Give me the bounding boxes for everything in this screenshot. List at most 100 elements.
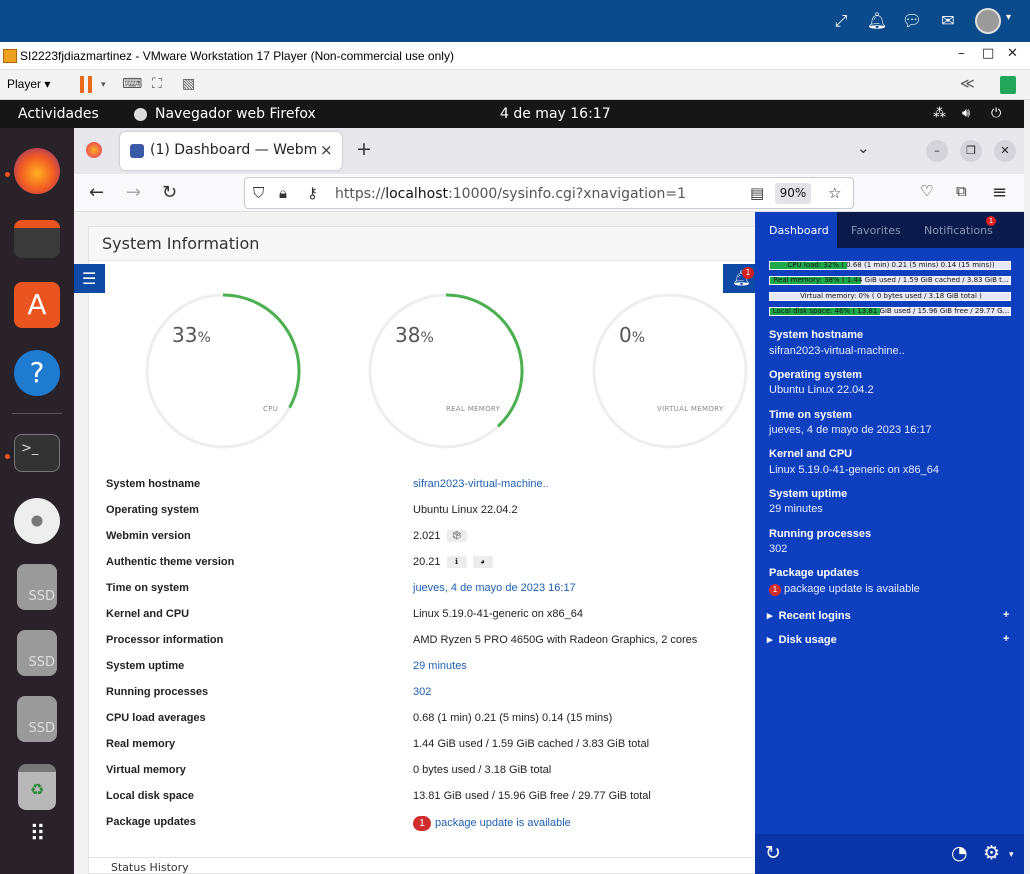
chevron-down-icon[interactable]: ▾: [101, 80, 106, 90]
row-value[interactable]: jueves, 4 de mayo de 2023 16:17: [413, 582, 576, 594]
dvd-icon[interactable]: [14, 498, 60, 544]
virtual-memory-percent: 0%: [619, 323, 645, 347]
avatar[interactable]: [975, 8, 1001, 34]
gear-icon[interactable]: ⚙: [983, 842, 1000, 864]
chevron-down-icon[interactable]: ⌄: [857, 139, 870, 157]
menu-toggle-button[interactable]: ☰: [74, 264, 105, 293]
bookmark-star-icon[interactable]: ☆: [828, 184, 841, 202]
pocket-icon[interactable]: ♡: [920, 182, 933, 200]
key-icon[interactable]: ⚷: [307, 184, 318, 202]
volume-icon[interactable]: 🔊︎: [962, 106, 970, 121]
plus-icon[interactable]: +: [1003, 633, 1009, 645]
close-button[interactable]: ✕: [1007, 46, 1018, 61]
new-tab-button[interactable]: +: [356, 138, 372, 160]
minimize-button[interactable]: –: [958, 46, 965, 61]
row-value[interactable]: package update is available: [435, 817, 571, 829]
row-key: Running processes: [106, 686, 209, 698]
app-grid-icon[interactable]: ⠿: [14, 812, 60, 858]
firefox-view-icon[interactable]: [86, 142, 102, 158]
chevron-down-icon[interactable]: ▾: [1006, 12, 1011, 23]
row-value: 2.021: [413, 530, 441, 542]
side-key: Operating system: [769, 369, 862, 381]
row-key: Time on system: [106, 582, 189, 594]
mail-icon[interactable]: ✉: [937, 10, 959, 32]
plus-icon[interactable]: +: [1003, 609, 1009, 621]
unity-icon[interactable]: ▧: [182, 76, 195, 92]
lock-icon[interactable]: 🔒︎: [279, 184, 287, 202]
tab-notifications[interactable]: Notifications: [924, 224, 993, 237]
row-value[interactable]: 302: [413, 686, 431, 698]
ssd-icon[interactable]: SSD: [17, 564, 57, 610]
notes-icon[interactable]: [1000, 76, 1016, 94]
url-bar[interactable]: ⛉ 🔒︎ ⚷ https://localhost:10000/sysinfo.c…: [244, 177, 854, 209]
network-icon[interactable]: ⁂: [933, 106, 946, 121]
app-name[interactable]: Navegador web Firefox: [155, 106, 316, 122]
terminal-icon[interactable]: >_: [14, 434, 60, 472]
forward-button[interactable]: →: [126, 182, 141, 203]
send-keys-icon[interactable]: ⌨: [122, 76, 142, 92]
side-value: Linux 5.19.0-41-generic on x86_64: [769, 464, 940, 476]
disk-space-bar: Local disk space: 46% ( 13.81 GiB used /…: [769, 307, 1011, 316]
bell-icon[interactable]: 🔔︎: [866, 10, 888, 32]
row-value[interactable]: 29 minutes: [413, 660, 467, 672]
url-host: localhost: [385, 186, 449, 202]
tab-dashboard[interactable]: Dashboard: [769, 224, 829, 237]
tab-dashboard[interactable]: (1) Dashboard — Webmin ×: [120, 132, 342, 170]
row-value-wrap[interactable]: 1 package update is available: [413, 816, 571, 831]
virtual-memory-percent-value: 0: [619, 323, 632, 347]
minimize-button[interactable]: –: [926, 140, 948, 162]
files-icon[interactable]: [14, 220, 60, 258]
row-key: Package updates: [106, 816, 196, 828]
side-value[interactable]: 1 package update is available: [769, 583, 920, 596]
ssd-icon[interactable]: SSD: [17, 696, 57, 742]
pause-button[interactable]: [80, 76, 92, 93]
page-scrollbar[interactable]: [1024, 100, 1030, 874]
info-icon[interactable]: ℹ: [446, 556, 467, 569]
table-row: Real memory 1.44 GiB used / 1.59 GiB cac…: [106, 732, 786, 758]
expand-icon[interactable]: ⤢: [830, 10, 852, 32]
recent-logins-expander[interactable]: ▸ Recent logins +: [767, 609, 1009, 622]
side-value-text: package update is available: [784, 583, 920, 595]
help-icon[interactable]: ?: [14, 350, 60, 396]
tab-favorites[interactable]: Favorites: [851, 224, 901, 237]
player-menu-label: Player: [7, 77, 42, 91]
trash-icon[interactable]: ♻: [18, 764, 56, 810]
restore-button[interactable]: ❐: [960, 140, 982, 162]
chat-icon[interactable]: 💬︎: [901, 10, 923, 32]
zoom-level[interactable]: 90%: [775, 183, 811, 204]
dashboard-gauge-icon[interactable]: ◔: [951, 842, 968, 864]
shield-icon[interactable]: ⛉: [253, 184, 264, 202]
power-icon[interactable]: ⏻: [991, 106, 1001, 121]
back-button[interactable]: ←: [89, 182, 104, 203]
menu-icon[interactable]: ≡: [992, 182, 1007, 203]
package-icon[interactable]: 📦︎: [446, 530, 467, 543]
ubuntu-top-bar: Actividades Navegador web Firefox 4 de m…: [0, 100, 1024, 128]
refresh-icon[interactable]: ↻: [765, 842, 781, 864]
activities-button[interactable]: Actividades: [18, 106, 99, 122]
url-text[interactable]: https://localhost:10000/sysinfo.cgi?xnav…: [335, 186, 686, 202]
row-value[interactable]: sifran2023-virtual-machine..: [413, 478, 549, 490]
clock[interactable]: 4 de may 16:17: [500, 106, 611, 122]
maximize-button[interactable]: □: [982, 46, 994, 61]
collapse-icon[interactable]: ≪: [960, 76, 975, 92]
app-center-icon[interactable]: A: [14, 282, 60, 328]
extensions-icon[interactable]: ⧉: [956, 182, 967, 200]
sidebar-tabs: Dashboard Favorites Notifications 1: [755, 212, 1024, 248]
next-panel-title: Status History: [111, 861, 189, 874]
row-value: 0 bytes used / 3.18 GiB total: [413, 764, 552, 776]
ssd-icon[interactable]: SSD: [17, 630, 57, 676]
table-row: Webmin version 2.021 📦︎: [106, 524, 786, 550]
firefox-icon[interactable]: [14, 148, 60, 194]
player-menu[interactable]: Player ▾: [7, 77, 50, 91]
notifications-button[interactable]: 🔔︎ 1: [723, 264, 755, 293]
fullscreen-icon[interactable]: ⛶: [152, 76, 162, 92]
close-window-button[interactable]: ✕: [994, 140, 1016, 162]
row-key: System uptime: [106, 660, 185, 672]
close-tab-icon[interactable]: ×: [320, 141, 333, 159]
row-key: System hostname: [106, 478, 201, 490]
reader-view-icon[interactable]: ▤: [750, 184, 764, 202]
chevron-down-icon[interactable]: ▾: [1009, 850, 1014, 860]
disk-usage-expander[interactable]: ▸ Disk usage +: [767, 633, 1009, 646]
palette-icon[interactable]: ◕: [472, 556, 493, 569]
reload-button[interactable]: ↻: [162, 182, 177, 203]
